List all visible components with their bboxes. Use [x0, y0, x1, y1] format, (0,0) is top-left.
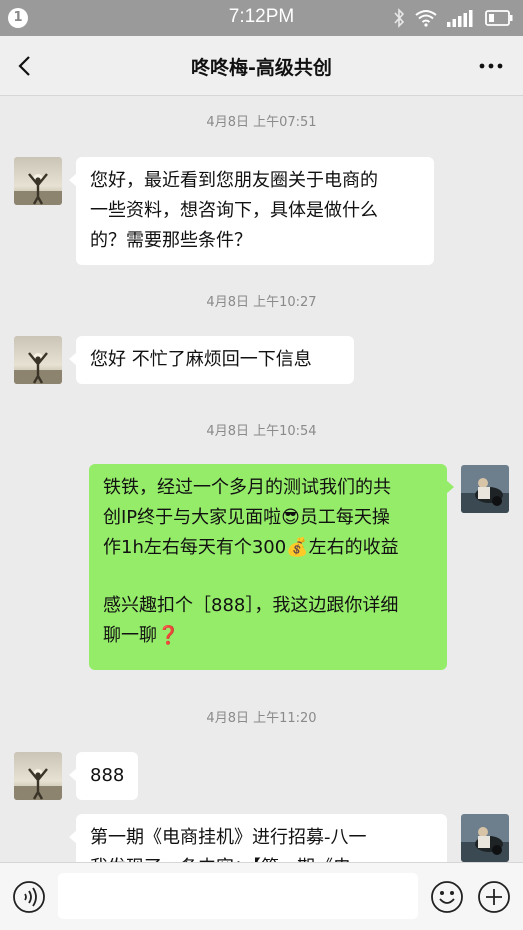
avatar[interactable] [461, 465, 509, 513]
message-text: 第一期《电商挂机》进行招募-八一 [90, 827, 367, 848]
message-text: 作1h左右每天有个300💰左右的收益 [103, 537, 399, 558]
message-text: 您好 不忙了麻烦回一下信息 [90, 349, 312, 370]
message-text: 创IP终于与大家见面啦😎员工每天操 [103, 507, 390, 528]
bluetooth-icon [394, 8, 405, 28]
battery-icon [485, 10, 513, 26]
message-text: 一些资料，想咨询下，具体是做什么 [90, 200, 378, 221]
input-bar [0, 862, 523, 930]
message-list[interactable]: 4月8日 上午07:51 您好，最近看到您朋友圈关于电商的 一些资料，想咨询下，… [0, 97, 523, 862]
message-bubble[interactable]: 您好 不忙了麻烦回一下信息 [69, 336, 354, 384]
status-icons [393, 8, 513, 28]
timestamp: 4月8日 上午07:51 [206, 115, 317, 130]
message-bubble[interactable]: 铁铁，经过一个多月的测试我们的共 创IP终于与大家见面啦😎员工每天操 作1h左右… [89, 464, 454, 670]
link-card-bubble[interactable]: 第一期《电商挂机》进行招募-八一 我发现了一条内容：【第一期《电 [69, 814, 447, 862]
chat-title: 咚咚梅-高级共创 [191, 57, 332, 79]
status-bar: 1 7:12PM [0, 0, 523, 36]
wifi-icon [415, 10, 437, 27]
message-bubble[interactable]: 您好，最近看到您朋友圈关于电商的 一些资料，想咨询下，具体是做什么 的？需要那些… [69, 157, 434, 265]
message-text [103, 563, 433, 591]
avatar[interactable] [14, 157, 62, 205]
message-bubble[interactable]: 888 [69, 752, 138, 800]
message-text: 聊一聊❓ [103, 625, 180, 646]
message-text: 您好，最近看到您朋友圈关于电商的 [90, 170, 378, 191]
emoji-icon[interactable] [430, 880, 464, 914]
message-text: 的？需要那些条件？ [90, 230, 252, 251]
more-dots-icon[interactable] [477, 54, 505, 78]
avatar[interactable] [461, 814, 509, 862]
timestamp: 4月8日 上午11:20 [206, 711, 317, 726]
message-text: 感兴趣扣个［888］，我这边跟你详细 [103, 595, 399, 616]
signal-icon [447, 10, 473, 27]
avatar[interactable] [14, 336, 62, 384]
message-input[interactable] [58, 873, 418, 919]
message-text: 铁铁，经过一个多月的测试我们的共 [103, 477, 391, 498]
timestamp: 4月8日 上午10:54 [206, 424, 317, 439]
message-text: 888 [90, 765, 125, 786]
chat-header: 咚咚梅-高级共创 [0, 36, 523, 96]
avatar[interactable] [14, 752, 62, 800]
message-text: 我发现了一条内容：【第一期《电 [90, 853, 433, 862]
timestamp: 4月8日 上午10:27 [206, 295, 317, 310]
plus-icon[interactable] [477, 880, 511, 914]
voice-icon[interactable] [12, 880, 46, 914]
